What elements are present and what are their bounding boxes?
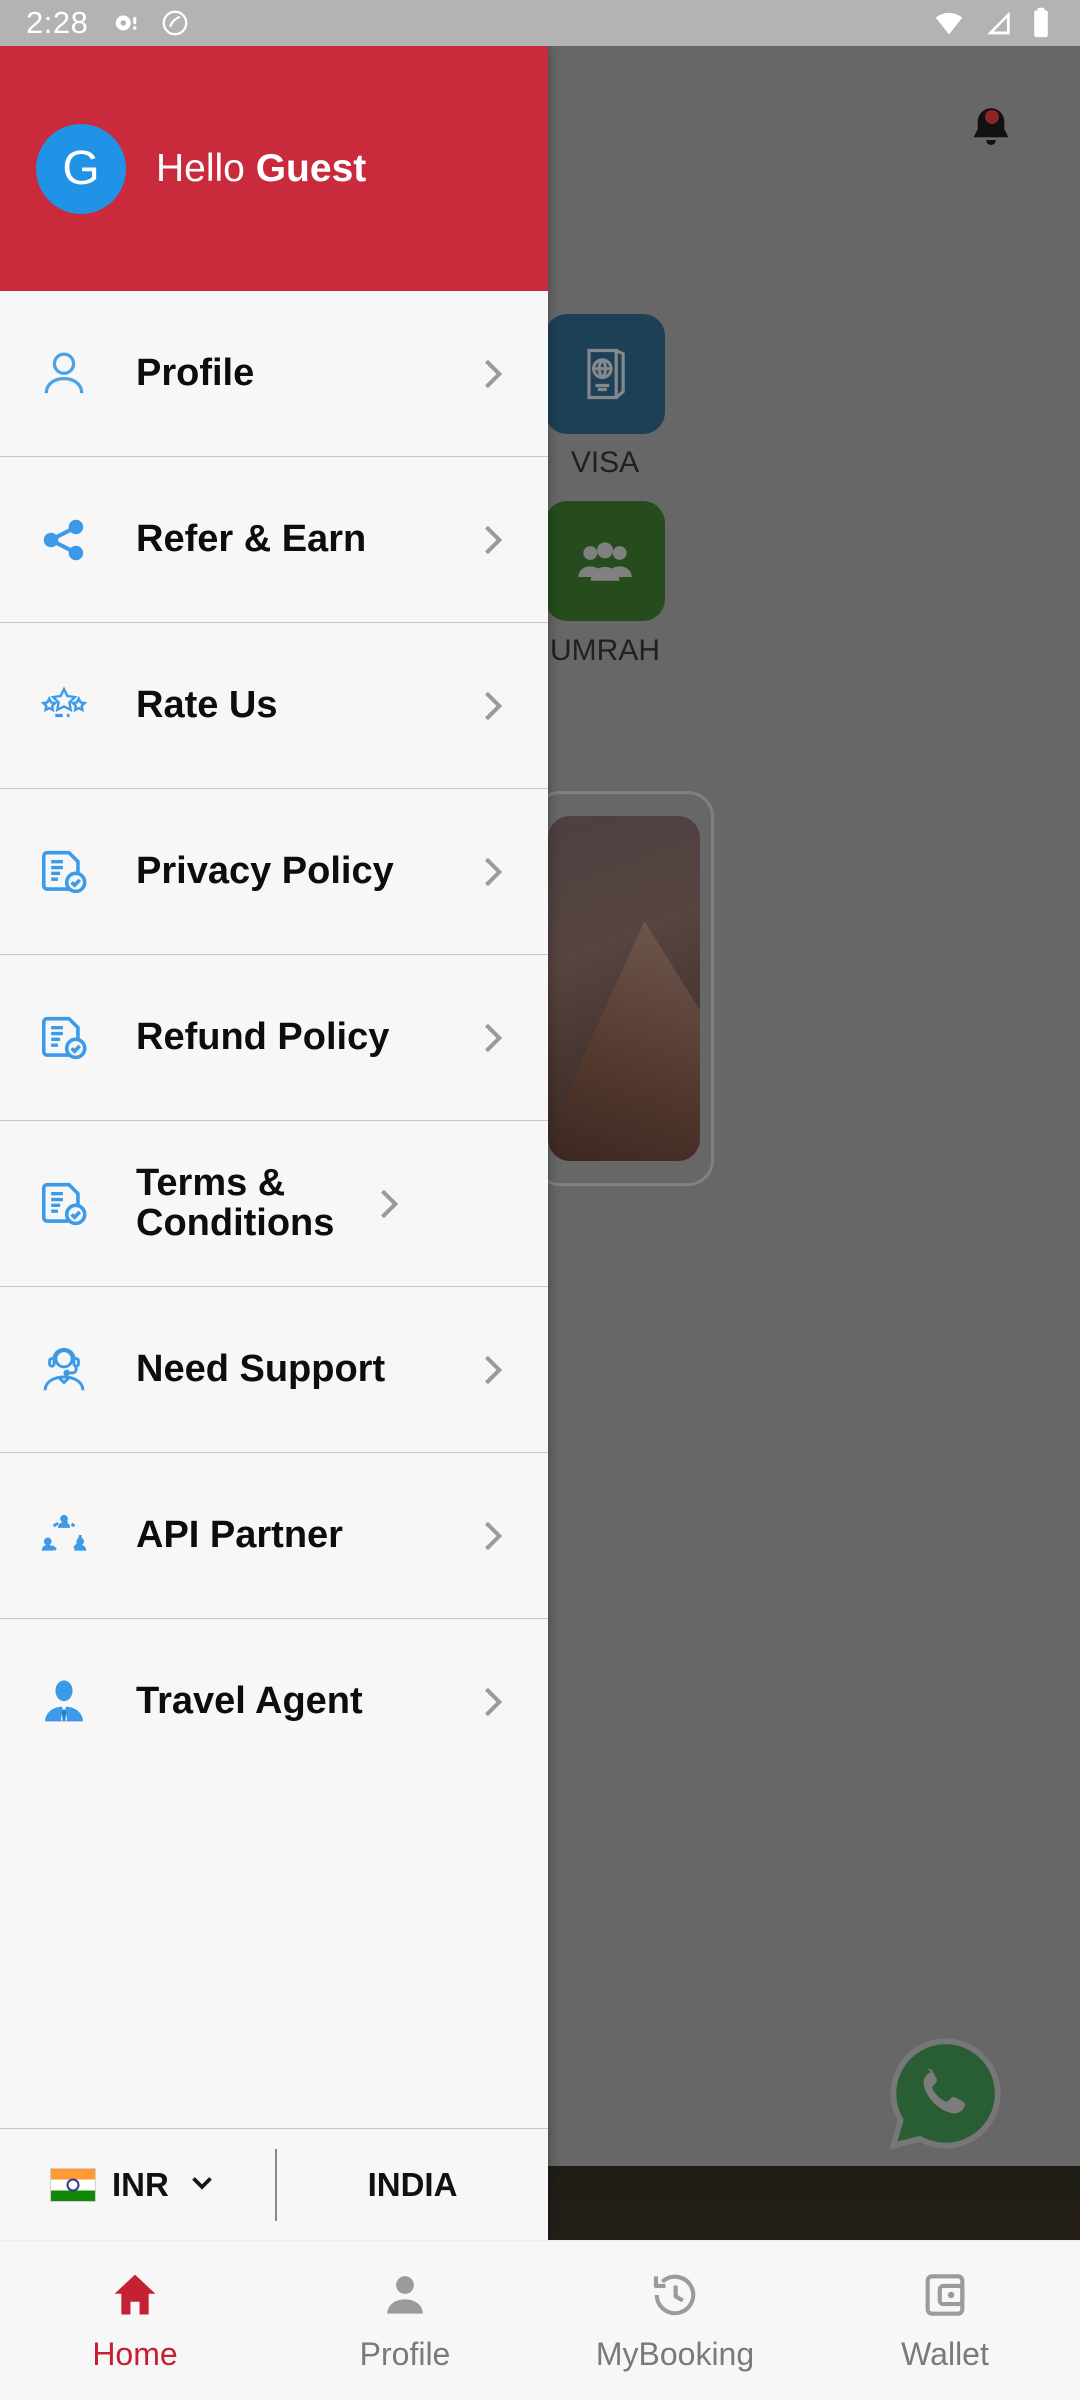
drawer-item-label: Travel Agent (136, 1680, 363, 1723)
signal-icon (987, 11, 1010, 35)
chevron-right-icon (470, 684, 514, 728)
nav-item-wallet[interactable]: Wallet (810, 2241, 1080, 2400)
nav-item-mybooking[interactable]: MyBooking (540, 2241, 810, 2400)
chevron-down-icon (185, 2165, 219, 2204)
drawer-item-refer-and-earn[interactable]: Refer & Earn (0, 457, 548, 623)
home-icon (109, 2269, 161, 2326)
navigation-drawer: G Hello Guest Profile Refer & Earn Rate … (0, 46, 548, 2240)
status-bar-time: 2:28 (26, 5, 89, 40)
drawer-item-need-support[interactable]: Need Support (0, 1287, 548, 1453)
status-bar: 2:28 (0, 0, 1080, 46)
drawer-footer: INR INDIA (0, 2128, 548, 2240)
greeting-name: Guest (255, 146, 367, 190)
avatar[interactable]: G (36, 123, 126, 214)
chevron-right-icon (470, 1680, 514, 1724)
app-screen: VISA UMRAH 2:28 G Hello Guest Profile Re… (0, 0, 1080, 2400)
drawer-menu: Profile Refer & Earn Rate Us Privacy Pol… (0, 291, 548, 2128)
notification-bell-icon (973, 108, 1009, 145)
document-check-icon (28, 1011, 100, 1065)
greeting-prefix: Hello (156, 146, 256, 190)
headset-agent-icon (28, 1343, 100, 1397)
drawer-item-privacy-policy[interactable]: Privacy Policy (0, 789, 548, 955)
do-not-disturb-icon (162, 10, 188, 36)
chevron-right-icon (470, 850, 514, 894)
drawer-item-label: Profile (136, 351, 255, 394)
chevron-right-icon (470, 1514, 514, 1558)
greeting-text: Hello Guest (156, 147, 366, 191)
drawer-header: G Hello Guest (0, 46, 548, 291)
person-icon (379, 2269, 431, 2326)
drawer-item-travel-agent[interactable]: Travel Agent (0, 1619, 548, 1785)
drawer-item-label: Refer & Earn (136, 517, 367, 560)
nav-item-home[interactable]: Home (0, 2241, 270, 2400)
chevron-right-icon (470, 1348, 514, 1392)
notification-bell-button[interactable] (962, 101, 1020, 164)
avatar-initial: G (62, 142, 100, 195)
chevron-right-icon (470, 518, 514, 562)
nav-label: Home (92, 2335, 178, 2372)
drawer-item-label: Privacy Policy (136, 849, 394, 892)
drawer-item-label: Terms & Conditions (136, 1161, 335, 1244)
message-dot-icon (116, 15, 137, 31)
drawer-item-label: Rate Us (136, 683, 278, 726)
user-outline-icon (28, 346, 100, 402)
document-check-icon (28, 1177, 100, 1231)
people-network-icon (28, 1509, 100, 1563)
currency-selector[interactable]: INR (0, 2165, 275, 2204)
drawer-item-label: Need Support (136, 1347, 386, 1390)
businessman-icon (28, 1675, 100, 1729)
drawer-item-label: API Partner (136, 1513, 343, 1556)
nav-label: Wallet (901, 2335, 989, 2372)
wifi-icon (935, 12, 963, 35)
bottom-navigation: Home Profile MyBooking Wallet (0, 2240, 1080, 2400)
drawer-item-api-partner[interactable]: API Partner (0, 1453, 548, 1619)
nav-label: Profile (359, 2335, 451, 2372)
currency-code: INR (112, 2165, 169, 2203)
nav-label: MyBooking (595, 2335, 755, 2372)
chevron-right-icon (366, 1182, 410, 1226)
chevron-right-icon (470, 1016, 514, 1060)
drawer-item-rate-us[interactable]: Rate Us (0, 623, 548, 789)
drawer-item-refund-policy[interactable]: Refund Policy (0, 955, 548, 1121)
nav-item-profile[interactable]: Profile (270, 2241, 540, 2400)
chevron-right-icon (470, 352, 514, 396)
three-stars-icon (28, 680, 100, 732)
india-flag-icon (50, 2167, 96, 2202)
clock-history-icon (649, 2269, 701, 2326)
drawer-item-label: Refund Policy (136, 1015, 390, 1058)
share-nodes-icon (28, 514, 100, 566)
battery-icon (1034, 7, 1048, 38)
wallet-phone-icon (919, 2269, 971, 2326)
country-label[interactable]: INDIA (277, 2166, 548, 2204)
drawer-item-profile[interactable]: Profile (0, 291, 548, 457)
drawer-item-terms-and-conditions[interactable]: Terms & Conditions (0, 1121, 548, 1287)
document-check-icon (28, 845, 100, 899)
